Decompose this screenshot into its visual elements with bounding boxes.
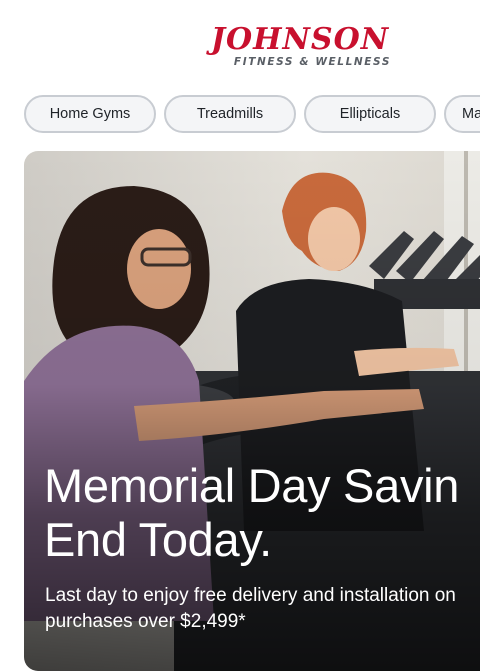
hero-banner[interactable]: Memorial Day Savin End Today. Last day t…: [24, 151, 480, 671]
category-chip-label: Ellipticals: [339, 106, 401, 122]
category-chip-more[interactable]: Ma: [444, 95, 480, 133]
category-nav: Home Gyms Treadmills Ellipticals Ma: [24, 95, 480, 135]
hero-subtext: Last day to enjoy free delivery and inst…: [45, 585, 456, 632]
hero-headline-line1: Memorial Day Savin: [44, 459, 460, 512]
brand-logo[interactable]: JOHNSON FITNESS & WELLNESS: [209, 22, 391, 69]
category-chip-treadmills[interactable]: Treadmills: [164, 95, 296, 133]
category-chip-label: Ma: [462, 106, 480, 122]
category-chip-label: Home Gyms: [49, 106, 131, 122]
category-chip-ellipticals[interactable]: Ellipticals: [304, 95, 436, 133]
category-chip-label: Treadmills: [196, 106, 264, 122]
category-chip-home-gyms[interactable]: Home Gyms: [24, 95, 156, 133]
hero-headline: Memorial Day Savin End Today.: [44, 459, 480, 567]
hero-headline-line2: End Today.: [44, 513, 272, 566]
brand-tagline: FITNESS & WELLNESS: [233, 56, 391, 68]
brand-name: JOHNSON: [210, 22, 390, 57]
